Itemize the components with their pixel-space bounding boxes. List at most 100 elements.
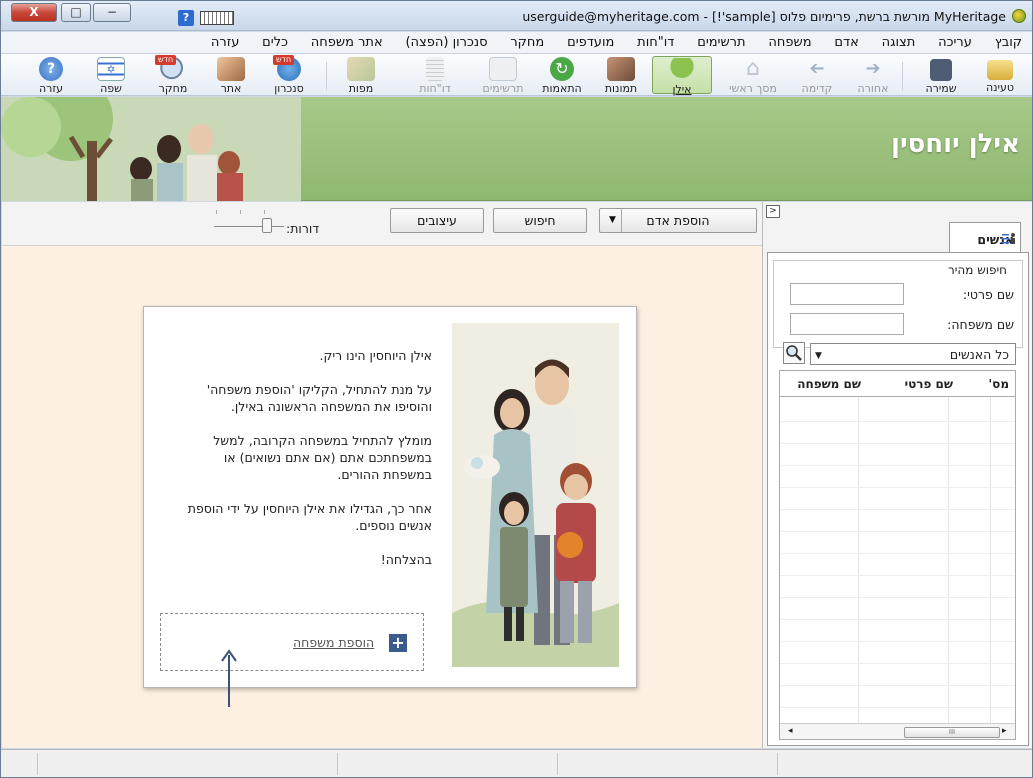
help-button[interactable]: ? עזרה — [25, 56, 77, 95]
last-name-label: שם משפחה: — [947, 317, 1014, 332]
column-first-name[interactable]: שם פרטי — [905, 377, 953, 391]
people-table-header: מס' שם פרטי שם משפחה — [780, 371, 1015, 397]
instruction-text: בהצלחה! — [380, 552, 432, 567]
sync-button[interactable]: חדש סנכרון — [263, 55, 315, 95]
photos-button[interactable]: תמונות — [595, 56, 647, 95]
last-name-input[interactable] — [790, 313, 904, 335]
status-bar — [1, 749, 1032, 777]
minimize-button[interactable]: − — [93, 3, 131, 22]
scrollbar-thumb[interactable]: III — [904, 727, 1000, 738]
reports-button[interactable]: דו"חות — [409, 56, 461, 95]
tree-icon — [668, 58, 696, 82]
instruction-text: אילן היוחסין הינו ריק. — [319, 348, 433, 363]
people-panel: > אנשים חיפוש מהיר שם פרטי: שם משפחה: כל… — [762, 202, 1032, 748]
window-title: MyHeritage מורשת ברשת, פרימיום פלוס [sam… — [522, 9, 1006, 24]
menu-view[interactable]: תצוגה — [873, 32, 926, 50]
generations-slider-track — [214, 226, 284, 227]
menu-reports[interactable]: דו"חות — [628, 32, 684, 50]
home-icon: ⌂ — [746, 56, 760, 81]
family-illustration — [1, 97, 301, 201]
styles-button[interactable]: עיצובים — [390, 208, 484, 233]
generations-slider[interactable] — [262, 218, 272, 233]
app-icon — [1012, 9, 1026, 23]
menu-tools[interactable]: כלים — [253, 32, 298, 50]
save-icon — [930, 59, 952, 81]
family-site-button[interactable]: אתר — [205, 56, 257, 95]
menu-family[interactable]: משפחה — [759, 32, 821, 50]
scroll-right-icon[interactable]: ▸ — [1002, 726, 1007, 736]
column-number[interactable]: מס' — [988, 377, 1009, 391]
menu-edit[interactable]: עריכה — [929, 32, 982, 50]
people-table: מס' שם פרטי שם משפחה ◂ III ▸ — [779, 370, 1016, 740]
instructions: אילן היוחסין הינו ריק. על מנת להתחיל, הק… — [176, 347, 432, 585]
horizontal-scrollbar[interactable]: ◂ III ▸ — [780, 723, 1015, 739]
chart-icon — [489, 57, 517, 81]
forward-button[interactable]: ➔ קדימה — [791, 56, 843, 95]
people-filter-select[interactable]: כל האנשים ▼ — [810, 343, 1016, 365]
tab-people[interactable]: אנשים — [949, 222, 1021, 252]
report-icon — [426, 57, 444, 81]
research-button[interactable]: חדש מחקר — [147, 55, 199, 95]
menu-sync[interactable]: סנכרון (הפצה) — [396, 32, 497, 50]
magnifier-icon: חדש — [155, 55, 187, 81]
matches-button[interactable]: ↻ התאמות — [536, 56, 588, 95]
first-name-label: שם פרטי: — [962, 287, 1014, 302]
generations-label: דורות: — [286, 221, 320, 236]
app-window: X □ − ? MyHeritage מורשת ברשת, פרימיום פ… — [0, 0, 1033, 778]
home-button[interactable]: ⌂ מסך ראשי — [723, 56, 783, 96]
menu-favorites[interactable]: מועדפים — [558, 32, 624, 50]
new-badge: חדש — [273, 55, 295, 65]
menu-help[interactable]: עזרה — [202, 32, 249, 50]
close-button[interactable]: X — [11, 3, 57, 22]
toolbar: טעינה שמירה ➔ אחורה ➔ קדימה ⌂ מסך ראשי אילן… — [1, 54, 1032, 96]
folder-icon — [987, 60, 1013, 80]
tree-toolbar: הוספת אדם ▼ חיפוש עיצובים דורות: — [2, 202, 762, 246]
menu-family-site[interactable]: אתר משפחה — [302, 32, 393, 50]
people-list-icon — [1002, 233, 1015, 244]
family-illustration — [452, 323, 619, 667]
quick-search-title: חיפוש מהיר — [944, 263, 1010, 277]
menu-bar: קובץ עריכה תצוגה אדם משפחה תרשימים דו"חו… — [1, 32, 1032, 54]
menu-person[interactable]: אדם — [825, 32, 868, 50]
instruction-text: מומלץ להתחיל במשפחה הקרובה, למשל במשפחתכ… — [213, 433, 432, 482]
page-title: אילן יוחסין — [891, 129, 1020, 159]
add-family-link[interactable]: הוספת משפחה — [293, 635, 374, 650]
tree-button[interactable]: אילן — [652, 56, 712, 96]
menu-charts[interactable]: תרשימים — [688, 32, 755, 50]
chevron-down-icon: ▼ — [604, 209, 622, 232]
pointer-arrow-icon — [221, 649, 237, 707]
arrow-right-icon: ➔ — [865, 58, 881, 79]
first-name-input[interactable] — [790, 283, 904, 305]
menu-file[interactable]: קובץ — [986, 32, 1032, 50]
sync-icon: חדש — [273, 55, 301, 81]
banner: אילן יוחסין — [1, 97, 1032, 201]
add-family-box[interactable]: + הוספת משפחה — [160, 613, 424, 671]
help-icon[interactable]: ? — [178, 10, 194, 26]
new-badge: חדש — [155, 55, 177, 65]
open-button[interactable]: טעינה — [974, 56, 1026, 94]
column-last-name[interactable]: שם משפחה — [797, 377, 861, 391]
keyboard-icon[interactable] — [200, 11, 234, 25]
search-button[interactable]: חיפוש — [493, 208, 587, 233]
quick-search-group: חיפוש מהיר שם פרטי: שם משפחה: — [773, 260, 1023, 348]
back-button[interactable]: ➔ אחורה — [847, 56, 899, 95]
search-icon[interactable] — [783, 342, 805, 364]
help-icon: ? — [39, 57, 63, 81]
photos-icon — [607, 57, 635, 81]
scroll-left-icon[interactable]: ◂ — [788, 726, 793, 736]
instruction-text: על מנת להתחיל, הקליקו 'הוספת משפחה' והוס… — [206, 382, 432, 414]
charts-button[interactable]: תרשימים — [477, 56, 529, 95]
collapse-panel-button[interactable]: > — [766, 205, 780, 218]
refresh-icon: ↻ — [550, 57, 574, 81]
add-person-dropdown[interactable]: הוספת אדם ▼ — [599, 208, 757, 233]
empty-tree-card: אילן היוחסין הינו ריק. על מנת להתחיל, הק… — [143, 306, 637, 688]
arrow-left-icon: ➔ — [809, 58, 825, 79]
family-site-icon — [217, 57, 245, 81]
plus-icon[interactable]: + — [389, 634, 407, 652]
language-button[interactable]: ✡ שפה — [85, 56, 137, 95]
save-button[interactable]: שמירה — [915, 56, 967, 95]
menu-research[interactable]: מחקר — [501, 32, 554, 50]
maximize-button[interactable]: □ — [61, 3, 91, 22]
map-icon — [347, 57, 375, 81]
maps-button[interactable]: מפות — [335, 56, 387, 95]
